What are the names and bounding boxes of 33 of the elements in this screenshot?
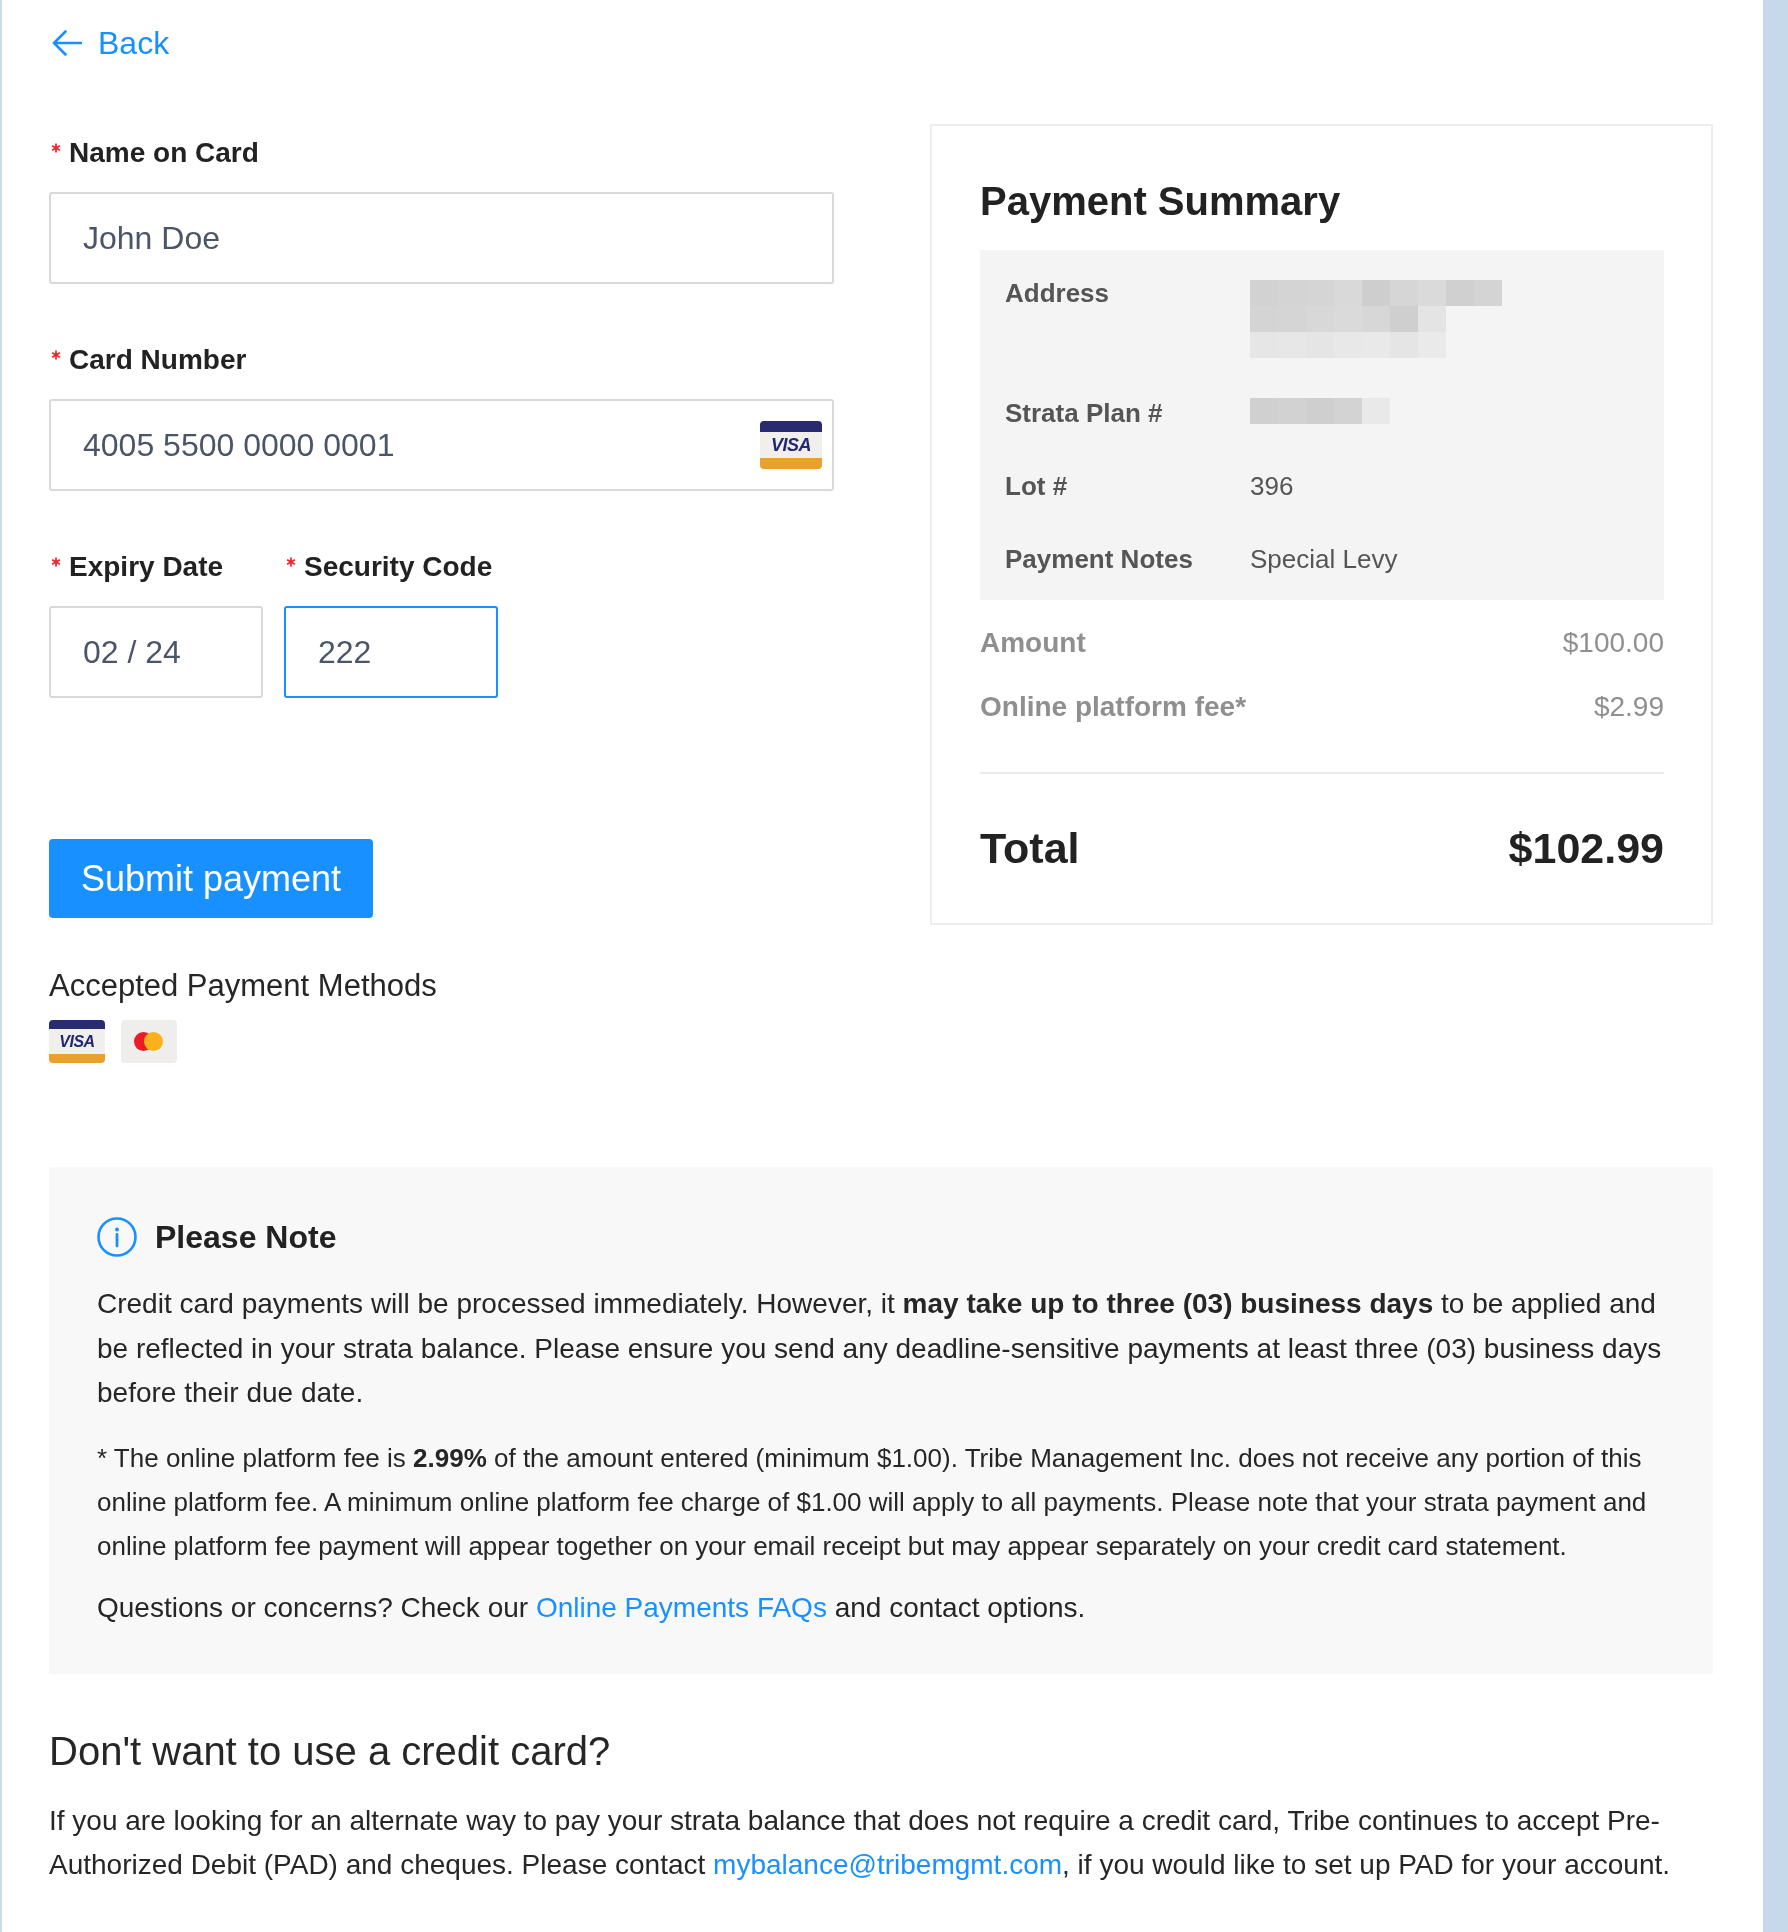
detail-label: Payment Notes	[1005, 543, 1194, 576]
total-label: Total	[980, 823, 1080, 874]
charge-label: Amount	[980, 626, 1086, 660]
visa-card-icon: VISA	[760, 421, 822, 469]
alternative-heading: Don't want to use a credit card?	[49, 1728, 611, 1775]
field-label: Card Number	[69, 343, 247, 377]
charge-label: Online platform fee*	[980, 690, 1247, 724]
mastercard-icon	[121, 1020, 177, 1063]
detail-label: Strata Plan #	[1005, 397, 1164, 430]
charge-amount: $2.99	[1593, 690, 1664, 724]
processing-notice-text: Credit card payments will be processed immediately. However, it may take up to three (03) business days to be applied and be reflected in your strata balance. Please ensure you send any deadline-sensitive payments at least three (03) business days before their due date.	[97, 1287, 1663, 1410]
total-amount: $102.99	[1508, 823, 1664, 874]
accepted-methods-title: Accepted Payment Methods	[49, 967, 437, 1005]
input-field[interactable]: 4005 5500 0000 0001 VISA	[49, 399, 834, 491]
detail-value: 396	[1250, 470, 1294, 503]
detail-label: Lot #	[1005, 470, 1069, 503]
note-title: Please Note	[155, 1218, 337, 1257]
info-icon	[97, 1217, 137, 1257]
detail-value: Special Levy	[1250, 543, 1398, 576]
input-field[interactable]: 222	[284, 606, 498, 698]
field-label: Expiry Date	[69, 550, 224, 584]
field-label: Security Code	[304, 550, 493, 584]
field-label: Name on Card	[69, 136, 259, 170]
visa-card-icon: VISA	[49, 1020, 105, 1063]
charge-amount: $100.00	[1562, 626, 1664, 660]
back-arrow-icon	[52, 30, 82, 56]
questions-text: Questions or concerns? Check our Online Payments FAQs and contact options.	[97, 1590, 1087, 1625]
input-field[interactable]: 02 / 24	[49, 606, 263, 698]
fee-footnote-text: * The online platform fee is 2.99% of the amount entered (minimum $1.00). Tribe Management Inc. does not receive any portion of this online platform fee. A minimum online platform fee charge of $1.00 will apply to all payments. Please note that your strata payment and online platform fee payment will appear together on your email receipt but may appear separately on your credit card statement.	[97, 1441, 1648, 1563]
alternative-text: If you are looking for an alternate way to pay your strata balance that does not require a credit card, Tribe continues to accept Pre-Authorized Debit (PAD) and cheques. Please contact mybalance@tribemgmt.com, if you would like to set up PAD for your account.	[49, 1804, 1672, 1882]
detail-label: Address	[1005, 277, 1111, 310]
summary-title: Payment Summary	[980, 178, 1342, 225]
input-field[interactable]: John Doe	[49, 192, 834, 284]
